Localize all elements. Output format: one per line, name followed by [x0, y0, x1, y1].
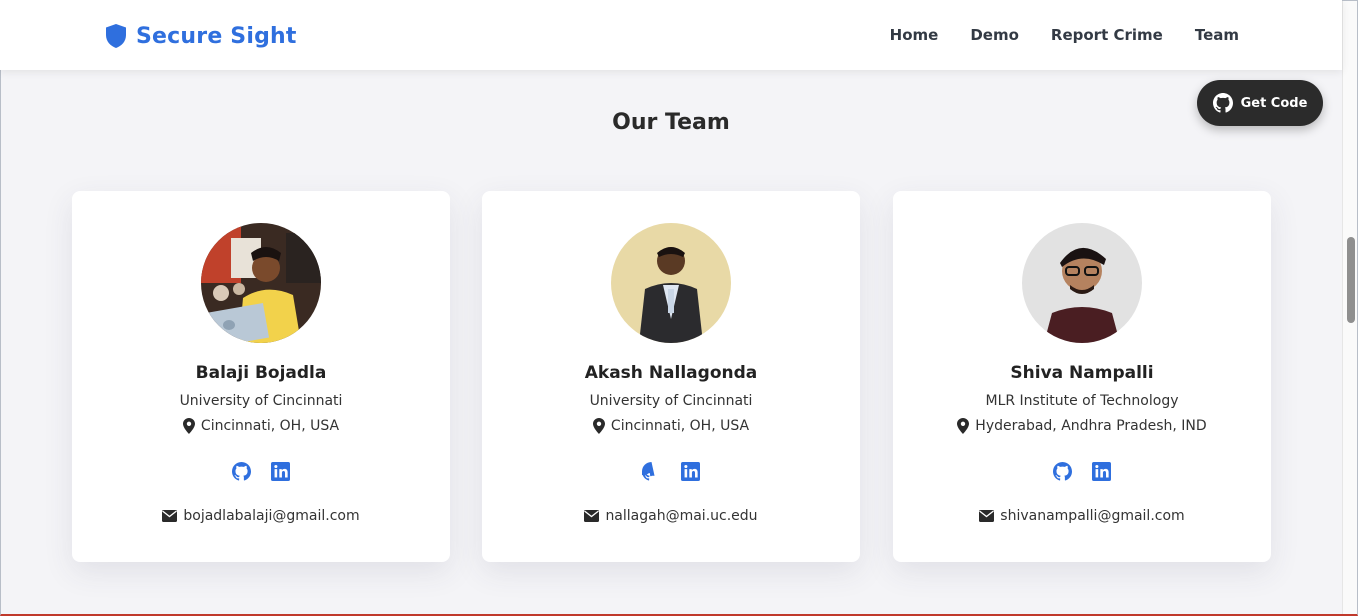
- member-location-text: Cincinnati, OH, USA: [610, 418, 750, 434]
- member-email-text: bojadlabalaji@gmail.com: [183, 508, 360, 524]
- avatar: [201, 223, 321, 343]
- github-icon: [642, 462, 655, 481]
- member-email-text: shivanampalli@gmail.com: [1000, 508, 1185, 524]
- nav-home[interactable]: Home: [890, 24, 939, 46]
- member-name: Balaji Bojadla: [195, 363, 327, 383]
- map-marker-icon: [182, 418, 195, 434]
- navbar: Secure Sight Home Demo Report Crime Team: [0, 0, 1342, 70]
- section-title: Our Team: [612, 110, 730, 135]
- member-photo: [201, 223, 321, 343]
- member-org: MLR Institute of Technology: [985, 393, 1179, 409]
- social-links: [482, 462, 860, 481]
- nav-menu: Home Demo Report Crime Team: [890, 24, 1239, 46]
- scrollbar-thumb[interactable]: [1347, 237, 1355, 323]
- nav-demo[interactable]: Demo: [970, 24, 1019, 46]
- github-icon: [1053, 462, 1072, 481]
- get-code-button[interactable]: Get Code: [1197, 80, 1323, 126]
- linkedin-link[interactable]: [681, 462, 700, 481]
- member-location: Cincinnati, OH, USA: [72, 418, 450, 434]
- member-org: University of Cincinnati: [589, 393, 753, 409]
- github-link[interactable]: [1053, 462, 1072, 481]
- map-marker-icon: [957, 418, 970, 434]
- team-card: Balaji Bojadla University of Cincinnati …: [72, 191, 450, 562]
- github-link[interactable]: [232, 462, 251, 481]
- social-links: [893, 462, 1271, 481]
- map-marker-icon: [592, 418, 605, 434]
- member-email[interactable]: nallagah@mai.uc.edu: [482, 508, 860, 524]
- team-card: Akash Nallagonda University of Cincinnat…: [482, 191, 860, 562]
- page-scrollbar[interactable]: [1342, 0, 1358, 616]
- get-code-label: Get Code: [1240, 95, 1308, 111]
- member-location: Cincinnati, OH, USA: [482, 418, 860, 434]
- brand-logo-link[interactable]: Secure Sight: [104, 20, 297, 52]
- member-location: Hyderabad, Andhra Pradesh, IND: [893, 418, 1271, 434]
- envelope-icon: [584, 510, 600, 522]
- linkedin-icon: [681, 462, 700, 481]
- team-card: Shiva Nampalli MLR Institute of Technolo…: [893, 191, 1271, 562]
- member-location-text: Hyderabad, Andhra Pradesh, IND: [975, 418, 1207, 434]
- social-links: [72, 462, 450, 481]
- nav-team[interactable]: Team: [1195, 24, 1239, 46]
- envelope-icon: [162, 510, 178, 522]
- member-name: Shiva Nampalli: [1010, 363, 1154, 383]
- brand-name: Secure Sight: [136, 23, 297, 49]
- member-location-text: Cincinnati, OH, USA: [200, 418, 340, 434]
- member-email-text: nallagah@mai.uc.edu: [605, 508, 758, 524]
- member-email[interactable]: bojadlabalaji@gmail.com: [72, 508, 450, 524]
- linkedin-link[interactable]: [271, 462, 290, 481]
- member-name: Akash Nallagonda: [584, 363, 758, 383]
- nav-report-crime[interactable]: Report Crime: [1051, 24, 1163, 46]
- github-icon: [232, 462, 251, 481]
- member-org: University of Cincinnati: [179, 393, 343, 409]
- avatar: [611, 223, 731, 343]
- linkedin-icon: [271, 462, 290, 481]
- github-link[interactable]: [642, 462, 661, 481]
- avatar: [1022, 223, 1142, 343]
- member-photo: [1022, 223, 1142, 343]
- shield-icon: [106, 24, 126, 48]
- linkedin-icon: [1092, 462, 1111, 481]
- member-photo: [611, 223, 731, 343]
- member-email[interactable]: shivanampalli@gmail.com: [893, 508, 1271, 524]
- github-icon: [1212, 93, 1233, 113]
- linkedin-link[interactable]: [1092, 462, 1111, 481]
- envelope-icon: [979, 510, 995, 522]
